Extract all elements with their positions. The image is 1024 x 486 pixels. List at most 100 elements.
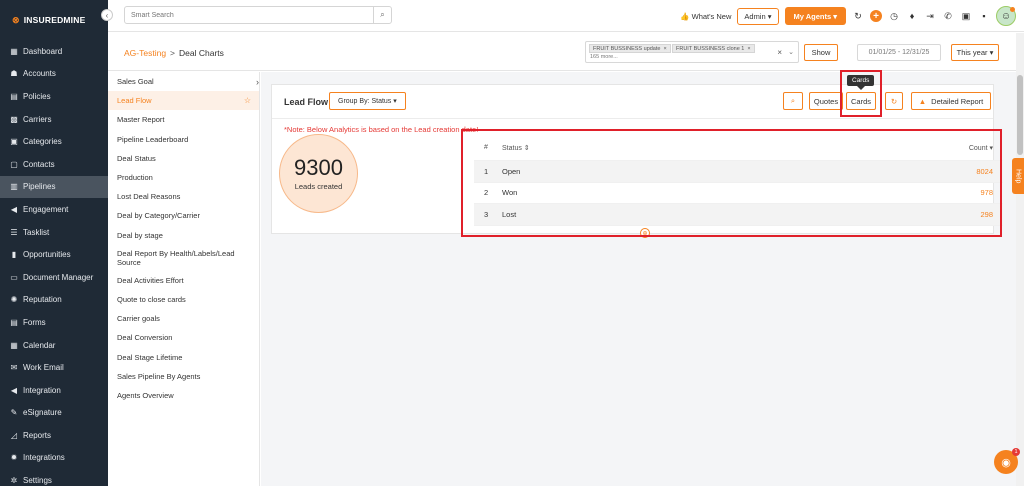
report-item[interactable]: Master Report	[108, 110, 259, 129]
more-filters-label[interactable]: 165 more...	[590, 54, 618, 60]
search-input[interactable]	[125, 7, 373, 23]
search-icon[interactable]: ⌕	[783, 92, 803, 110]
sidebar-item-categories[interactable]: ▣ Categories	[0, 130, 108, 153]
sidebar-item-carriers[interactable]: ▩ Carriers	[0, 108, 108, 131]
report-item[interactable]: Sales Pipeline By Agents	[108, 367, 259, 386]
clear-filter-icon[interactable]: ×	[777, 48, 782, 57]
sidebar-item-reports[interactable]: ◿ Reports	[0, 424, 108, 447]
favorite-star-icon[interactable]: ☆	[244, 96, 251, 105]
sidebar-item-label: Integration	[23, 385, 61, 395]
logout-icon[interactable]: ⇥	[924, 10, 936, 22]
sidebar-item-reputation[interactable]: ✺ Reputation	[0, 289, 108, 312]
date-range-input[interactable]: 01/01/25 - 12/31/25	[857, 44, 941, 61]
report-item[interactable]: Carrier goals	[108, 309, 259, 328]
detailed-report-button[interactable]: ▲ Detailed Report	[911, 92, 991, 110]
logo-mark-icon: ⊗	[12, 14, 20, 25]
sidebar-item-work-email[interactable]: ✉ Work Email	[0, 356, 108, 379]
integrations-icon: ✹	[10, 453, 18, 463]
sidebar-item-engagement[interactable]: ◀ Engagement	[0, 198, 108, 221]
report-item[interactable]: Lost Deal Reasons	[108, 187, 259, 206]
breadcrumb: AG-Testing > Deal Charts	[124, 48, 224, 58]
settings-icon: ✲	[10, 476, 18, 486]
report-item[interactable]: Lead Flow ☆	[108, 91, 259, 111]
top-actions: 👍 What's New Admin ▾ My Agents ▾ ↻ + ◷ ♦…	[680, 5, 1016, 27]
help-tab-label: Help	[1014, 168, 1022, 184]
report-item-label: Master Report	[117, 115, 165, 125]
app-logo[interactable]: ⊗ INSUREDMINE	[0, 0, 108, 40]
report-item[interactable]: Deal Conversion	[108, 328, 259, 347]
breadcrumb-current: Deal Charts	[179, 48, 224, 58]
show-button[interactable]: Show	[804, 44, 838, 61]
report-item[interactable]: Deal by stage	[108, 226, 259, 245]
report-item[interactable]: Agents Overview	[108, 386, 259, 405]
avatar[interactable]: ☺	[996, 6, 1016, 26]
report-item[interactable]: Deal Status	[108, 149, 259, 168]
phone-icon[interactable]: ✆	[942, 10, 954, 22]
clock-icon[interactable]: ◷	[888, 10, 900, 22]
add-icon[interactable]: +	[870, 10, 882, 22]
report-item[interactable]: Deal by Category/Carrier	[108, 206, 259, 225]
chevron-down-icon[interactable]: ⌄	[788, 48, 794, 56]
sidebar-item-integration[interactable]: ◀ Integration	[0, 379, 108, 402]
sidebar-item-calendar[interactable]: ▦ Calendar	[0, 334, 108, 357]
chip-remove-icon[interactable]: ×	[747, 46, 750, 52]
chat-badge: 1	[1012, 448, 1020, 456]
status-dot	[1010, 7, 1015, 12]
sidebar-collapse-button[interactable]: ‹	[101, 9, 113, 21]
card-header: Lead Flow Group By: Status ▾ ⌕ Quotes Ca…	[272, 85, 993, 119]
chevron-right-icon[interactable]: ›	[256, 77, 259, 87]
sidebar-item-label: Settings	[23, 476, 52, 486]
refresh-icon[interactable]: ↻	[885, 92, 903, 110]
forms-icon: ▤	[10, 317, 18, 327]
refresh-icon[interactable]: ↻	[852, 10, 864, 22]
chip-remove-icon[interactable]: ×	[663, 46, 666, 52]
report-item[interactable]: Deal Activities Effort	[108, 271, 259, 290]
search-icon[interactable]: ⌕	[373, 7, 391, 23]
my-agents-dropdown[interactable]: My Agents ▾	[784, 7, 846, 25]
chip-icon[interactable]: ▣	[960, 10, 972, 22]
sidebar-item-label: Dashboard	[23, 46, 63, 56]
sidebar-item-label: Accounts	[23, 69, 56, 79]
sidebar-item-forms[interactable]: ▤ Forms	[0, 311, 108, 334]
grid-icon[interactable]: ▪	[978, 10, 990, 22]
top-bar: ⌕ 👍 What's New Admin ▾ My Agents ▾ ↻ + ◷…	[108, 0, 1024, 32]
sidebar-item-policies[interactable]: ▤ Policies	[0, 85, 108, 108]
categories-icon: ▣	[10, 137, 18, 147]
sidebar-item-settings[interactable]: ✲ Settings	[0, 469, 108, 486]
sidebar-item-integrations[interactable]: ✹ Integrations	[0, 447, 108, 470]
scrollbar-thumb[interactable]	[1017, 75, 1023, 155]
group-by-dropdown[interactable]: Group By: Status ▾	[329, 92, 406, 110]
sidebar-item-label: Carriers	[23, 114, 52, 124]
filter-chip-label: FRUIT BUSSINESS update	[593, 45, 661, 52]
sidebar-item-contacts[interactable]: ▢ Contacts	[0, 153, 108, 176]
sidebar-item-label: Policies	[23, 91, 51, 101]
pipeline-filter[interactable]: FRUIT BUSSINESS update × FRUIT BUSSINESS …	[585, 41, 799, 63]
breadcrumb-parent[interactable]: AG-Testing	[124, 48, 166, 58]
bell-icon[interactable]: ♦	[906, 10, 918, 22]
tasklist-icon: ☰	[10, 227, 18, 237]
report-item[interactable]: Quote to close cards	[108, 290, 259, 309]
sidebar-item-document-manager[interactable]: ▭ Document Manager	[0, 266, 108, 289]
report-item[interactable]: Sales Goal ›	[108, 72, 259, 91]
report-item[interactable]: Pipeline Leaderboard	[108, 130, 259, 149]
chat-button[interactable]: ◉ 1	[994, 448, 1020, 474]
sidebar-item-dashboard[interactable]: ▦ Dashboard	[0, 40, 108, 63]
report-item[interactable]: Production	[108, 168, 259, 187]
sidebar-item-opportunities[interactable]: ▮ Opportunities	[0, 243, 108, 266]
esignature-icon: ✎	[10, 408, 18, 418]
sidebar-item-esignature[interactable]: ✎ eSignature	[0, 402, 108, 425]
admin-dropdown[interactable]: Admin ▾	[737, 7, 779, 25]
help-tab[interactable]: Help	[1012, 158, 1024, 194]
report-item[interactable]: Deal Stage Lifetime	[108, 347, 259, 366]
whats-new-link[interactable]: 👍 What's New	[680, 12, 731, 21]
sidebar-item-label: Calendar	[23, 340, 56, 350]
sidebar-item-accounts[interactable]: ☗ Accounts	[0, 63, 108, 86]
sidebar-item-label: Document Manager	[23, 272, 94, 282]
report-item[interactable]: Deal Report By Health/Labels/Lead Source	[108, 245, 259, 271]
sidebar-item-tasklist[interactable]: ☰ Tasklist	[0, 221, 108, 244]
quotes-button[interactable]: Quotes	[809, 92, 843, 110]
sidebar-item-pipelines[interactable]: ▥ Pipelines	[0, 175, 108, 199]
report-item-label: Deal by Category/Carrier	[117, 211, 200, 221]
scrollbar[interactable]	[1016, 33, 1024, 486]
period-dropdown[interactable]: This year ▾	[951, 44, 999, 61]
